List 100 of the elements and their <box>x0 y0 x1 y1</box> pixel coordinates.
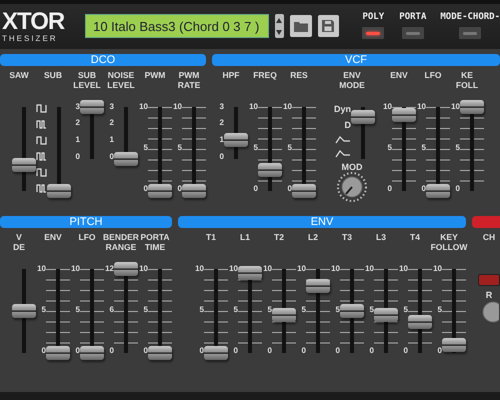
control-label: KE FOLL <box>456 68 478 92</box>
scale-number: 0 <box>268 346 272 356</box>
waveform-icon <box>36 152 46 161</box>
scale-number: 0 <box>438 346 442 356</box>
up-arrow-icon[interactable] <box>276 18 282 23</box>
scale-number: 0 <box>42 346 46 356</box>
slider-handle[interactable] <box>426 184 450 198</box>
slider-handle[interactable] <box>258 162 282 177</box>
slider-handle[interactable] <box>148 184 172 198</box>
control-label: FREQ <box>253 68 277 82</box>
slider-handle[interactable] <box>224 132 248 147</box>
slider-handle[interactable] <box>46 184 70 198</box>
control-label: T1 <box>206 230 216 244</box>
save-button[interactable] <box>318 15 340 38</box>
section-header: ENV <box>178 216 466 228</box>
scale-number: 5 <box>178 142 182 153</box>
control-label: PWM <box>144 68 166 82</box>
toggle-switch[interactable] <box>400 26 425 40</box>
slider-handle[interactable] <box>392 108 416 122</box>
scale-number: 10 <box>451 102 460 112</box>
slider-handle[interactable] <box>80 100 104 114</box>
scale-number: 3 <box>76 102 80 112</box>
envelope-icon <box>335 150 351 158</box>
slider-handle[interactable] <box>204 346 228 360</box>
scale-number: 2 <box>76 118 80 128</box>
scale-number: 0 <box>288 184 292 194</box>
toggle-switch[interactable] <box>458 26 482 40</box>
scale-number: 12 <box>105 264 114 274</box>
control-label: SAW <box>9 68 29 82</box>
slider-handle[interactable] <box>340 304 364 318</box>
mode-option: D <box>344 120 351 130</box>
switch-label: MODE-CHORD- <box>440 12 500 22</box>
section-header: PITCH <box>0 216 172 228</box>
slider-handle[interactable] <box>12 158 36 172</box>
scale-number: 10 <box>297 264 306 274</box>
envelope-icon <box>335 136 351 144</box>
control-label: HPF <box>222 68 240 82</box>
scale-number: 10 <box>249 102 258 112</box>
control-label: T3 <box>342 230 352 244</box>
folder-icon <box>294 20 308 32</box>
scale-number: 0 <box>144 184 148 194</box>
control-label: PWM RATE <box>178 68 200 92</box>
control-label: RES <box>290 68 308 82</box>
control-label: L2 <box>308 230 318 244</box>
scale-number: 5 <box>268 304 272 315</box>
slider-handle[interactable] <box>292 184 316 198</box>
scale-number: 10 <box>331 264 340 274</box>
scale-number: 5 <box>42 304 46 315</box>
slider-handle[interactable] <box>182 184 206 198</box>
scale-number: 5 <box>76 304 80 315</box>
patch-display[interactable]: 10 Italo Bass3 (Chord 0 3 7 ) <box>85 14 269 38</box>
slider-handle[interactable] <box>272 308 296 322</box>
waveform-icon <box>36 120 46 129</box>
scale-number: 0 <box>422 184 426 194</box>
scale-number: 5 <box>370 304 374 315</box>
scale-number: 10 <box>195 264 204 274</box>
scale-number: 5 <box>144 142 148 153</box>
slider-handle[interactable] <box>12 304 36 318</box>
folder-button[interactable] <box>290 15 312 38</box>
scale-number: 5 <box>422 142 426 153</box>
scale-number: 5 <box>254 142 258 153</box>
switch-label: PORTA <box>399 12 426 22</box>
slider-handle[interactable] <box>351 110 375 124</box>
patch-stepper[interactable] <box>274 14 284 38</box>
scale-number: 5 <box>200 304 204 315</box>
scale-number: 10 <box>433 264 442 274</box>
logo-subtitle: THESIZER <box>2 34 59 43</box>
scale-number: 5 <box>404 304 408 315</box>
slider-handle[interactable] <box>80 346 104 360</box>
slider-handle[interactable] <box>442 338 466 352</box>
slider-handle[interactable] <box>306 278 330 293</box>
control-label: NOISE LEVEL <box>107 68 135 92</box>
scale-number: 3 <box>110 102 114 112</box>
control-label: CH <box>482 230 496 244</box>
scale-number: 0 <box>110 346 114 356</box>
control-label: PORTA TIME <box>140 230 170 254</box>
scale-number: 10 <box>399 264 408 274</box>
toggle-button[interactable] <box>478 274 500 286</box>
slider-handle[interactable] <box>460 100 484 114</box>
control-label: V DE <box>13 230 25 254</box>
slider-handle[interactable] <box>238 266 262 280</box>
scale-number: 5 <box>144 304 148 315</box>
slider-handle[interactable] <box>114 152 138 166</box>
section-header: DCO <box>0 54 206 66</box>
slider-handle[interactable] <box>114 262 138 276</box>
slider-handle[interactable] <box>46 346 70 360</box>
scale-number: 0 <box>76 346 80 356</box>
control-label: KEY FOLLOW <box>430 230 468 254</box>
slider-handle[interactable] <box>148 346 172 360</box>
down-arrow-icon[interactable] <box>276 30 282 35</box>
toggle-switch[interactable] <box>361 26 386 40</box>
rotary-knob[interactable] <box>337 172 367 202</box>
scale-number: 0 <box>254 184 258 194</box>
scale-number: 5 <box>288 142 292 153</box>
scale-number: 0 <box>144 346 148 356</box>
slider-handle[interactable] <box>408 314 432 329</box>
scale-number: 10 <box>173 102 182 112</box>
slider-handle[interactable] <box>374 308 398 322</box>
scale-number: 10 <box>139 264 148 274</box>
scale-number: 0 <box>456 184 460 194</box>
